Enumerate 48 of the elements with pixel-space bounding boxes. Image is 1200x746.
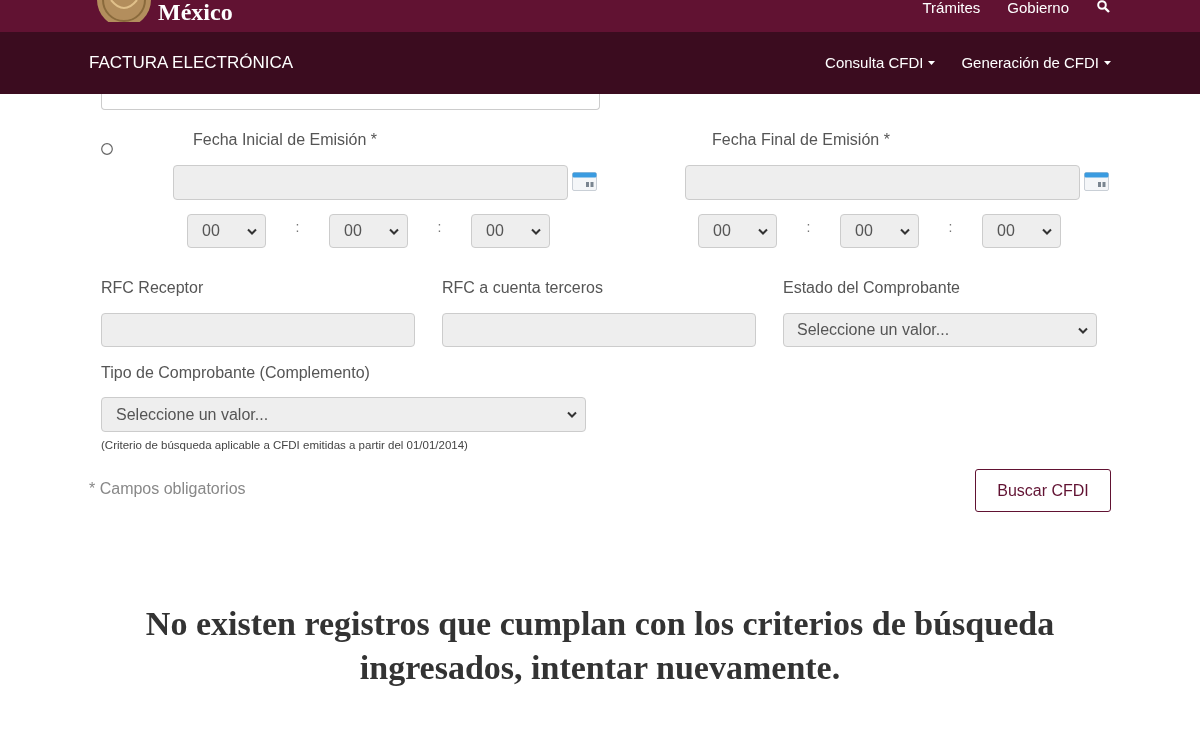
section-title[interactable]: FACTURA ELECTRÓNICA <box>89 50 294 76</box>
chevron-icon <box>758 227 768 235</box>
select-field[interactable]: Seleccione un valor... <box>101 397 586 432</box>
radio-button[interactable] <box>101 143 113 155</box>
header-link[interactable]: Gobierno <box>1007 0 1069 16</box>
time-separator: : <box>806 218 811 237</box>
chevron-icon <box>247 227 257 235</box>
seal-icon <box>97 0 151 22</box>
time-separator: : <box>948 218 953 237</box>
field-label: Estado del Comprobante <box>783 278 961 298</box>
date-field[interactable] <box>173 165 568 200</box>
field-label: RFC Receptor <box>101 278 205 298</box>
chevron-icon <box>1078 326 1088 334</box>
calendar-icon[interactable] <box>1084 172 1109 191</box>
header-link[interactable]: Trámites <box>922 0 981 16</box>
select-field[interactable]: Seleccione un valor... <box>783 313 1097 347</box>
logo-text[interactable]: México <box>158 0 233 24</box>
chevron-icon <box>531 227 541 235</box>
time-select[interactable]: 00 <box>471 214 550 248</box>
field-label: Tipo de Comprobante (Complemento) <box>101 363 371 383</box>
date-field[interactable] <box>685 165 1080 200</box>
nav-menu-link[interactable]: Consulta CFDI <box>825 51 936 75</box>
search-button[interactable]: Buscar CFDI <box>975 469 1111 512</box>
chevron-icon <box>900 227 910 235</box>
calendar-icon[interactable] <box>572 172 597 191</box>
search-icon[interactable] <box>1097 0 1110 13</box>
time-select[interactable]: 00 <box>698 214 777 248</box>
field-label: RFC a cuenta terceros <box>442 278 604 298</box>
time-select[interactable]: 00 <box>840 214 919 248</box>
empty-results-message: No existen registros que cumplan con los criterios de búsqueda ingresados, intentar nuevamente. <box>144 604 1056 688</box>
chevron-icon <box>389 227 399 235</box>
field-label: Fecha Final de Emisión * <box>712 130 891 150</box>
required-note: * Campos obligatorios <box>89 479 246 499</box>
field-label: Fecha Inicial de Emisión * <box>193 130 379 150</box>
time-select[interactable]: 00 <box>329 214 408 248</box>
text-field[interactable] <box>101 94 600 110</box>
input-field[interactable] <box>101 313 415 347</box>
time-select[interactable]: 00 <box>982 214 1061 248</box>
nav-menu-link[interactable]: Generación de CFDI <box>961 51 1111 75</box>
help-text: (Criterio de búsqueda aplicable a CFDI emitidas a partir del 01/01/2014) <box>101 438 469 452</box>
caret-icon <box>928 61 936 65</box>
time-separator: : <box>437 218 442 237</box>
caret-icon <box>1104 61 1111 65</box>
time-select[interactable]: 00 <box>187 214 266 248</box>
chevron-icon <box>1042 227 1052 235</box>
chevron-icon <box>567 411 577 418</box>
time-separator: : <box>295 218 300 237</box>
input-field[interactable] <box>442 313 756 347</box>
